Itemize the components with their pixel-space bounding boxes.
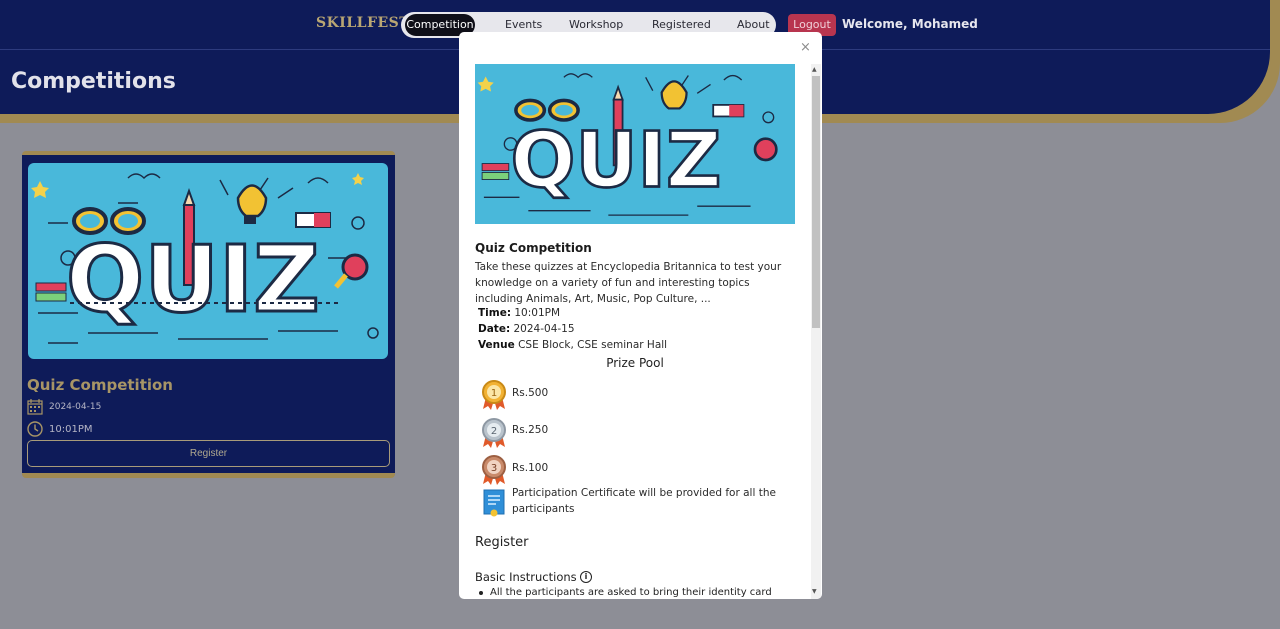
- date-value: 2024-04-15: [513, 323, 575, 335]
- svg-text:3: 3: [491, 463, 497, 474]
- venue-value: CSE Block, CSE seminar Hall: [518, 339, 668, 351]
- certificate-text: Participation Certificate will be provid…: [512, 487, 776, 515]
- time-label: Time:: [478, 307, 512, 319]
- info-icon[interactable]: i: [580, 571, 592, 583]
- svg-text:1: 1: [491, 388, 497, 399]
- time-row: Time: 10:01PM: [478, 307, 560, 319]
- svg-text:QUIZ: QUIZ: [66, 226, 320, 333]
- medal-bronze-icon: 3: [482, 455, 506, 485]
- svg-text:2: 2: [491, 426, 497, 437]
- medal-silver-icon: 2: [482, 418, 506, 448]
- prize-second-amount: Rs.250: [512, 424, 549, 436]
- venue-row: Venue CSE Block, CSE seminar Hall: [478, 339, 667, 351]
- bullet-dot: [479, 591, 483, 595]
- calendar-icon: [27, 399, 43, 415]
- prize-pool-title: Prize Pool: [606, 356, 664, 370]
- venue-label: Venue: [478, 339, 515, 351]
- prize-first-amount: Rs.500: [512, 387, 549, 399]
- prize-third-amount: Rs.100: [512, 462, 549, 474]
- time-value: 10:01PM: [514, 307, 561, 319]
- brand-logo[interactable]: SKILLFEST: [316, 15, 410, 31]
- card-title: Quiz Competition: [27, 376, 173, 394]
- nav-item-workshop[interactable]: Workshop: [569, 18, 623, 31]
- modal-quiz-image: QUIZ: [475, 64, 795, 224]
- modal-title: Quiz Competition: [475, 241, 592, 255]
- scroll-down-arrow-icon[interactable]: ▼: [812, 588, 817, 595]
- svg-text:QUIZ: QUIZ: [511, 117, 722, 206]
- card-register-button[interactable]: Register: [27, 440, 390, 467]
- welcome-text: Welcome, Mohamed: [842, 17, 978, 31]
- nav-item-about[interactable]: About: [737, 18, 770, 31]
- competition-card: QUIZ Quiz Competition 2024-04-15 10:01PM…: [22, 151, 395, 478]
- date-label: Date:: [478, 323, 511, 335]
- card-time: 10:01PM: [49, 424, 93, 435]
- page-title: Competitions: [11, 69, 176, 94]
- instructions-title: Basic Instructions: [475, 570, 577, 584]
- modal-description: Take these quizzes at Encyclopedia Brita…: [475, 261, 782, 305]
- clock-icon: [27, 421, 43, 437]
- quiz-banner-image: QUIZ: [28, 163, 388, 359]
- scrollbar-thumb[interactable]: [812, 76, 820, 328]
- nav-item-registered[interactable]: Registered: [652, 18, 711, 31]
- instruction-item: All the participants are asked to bring …: [490, 587, 772, 598]
- certificate-icon: [483, 489, 505, 517]
- competition-modal: × ▲ ▼ QUIZ Quiz Competition Take these q…: [459, 32, 822, 599]
- date-row: Date: 2024-04-15: [478, 323, 575, 335]
- scroll-up-arrow-icon[interactable]: ▲: [812, 66, 817, 73]
- register-section-title[interactable]: Register: [475, 535, 529, 550]
- nav-item-events[interactable]: Events: [505, 18, 542, 31]
- medal-gold-icon: 1: [482, 380, 506, 410]
- card-date: 2024-04-15: [49, 402, 102, 412]
- close-icon[interactable]: ×: [800, 40, 811, 55]
